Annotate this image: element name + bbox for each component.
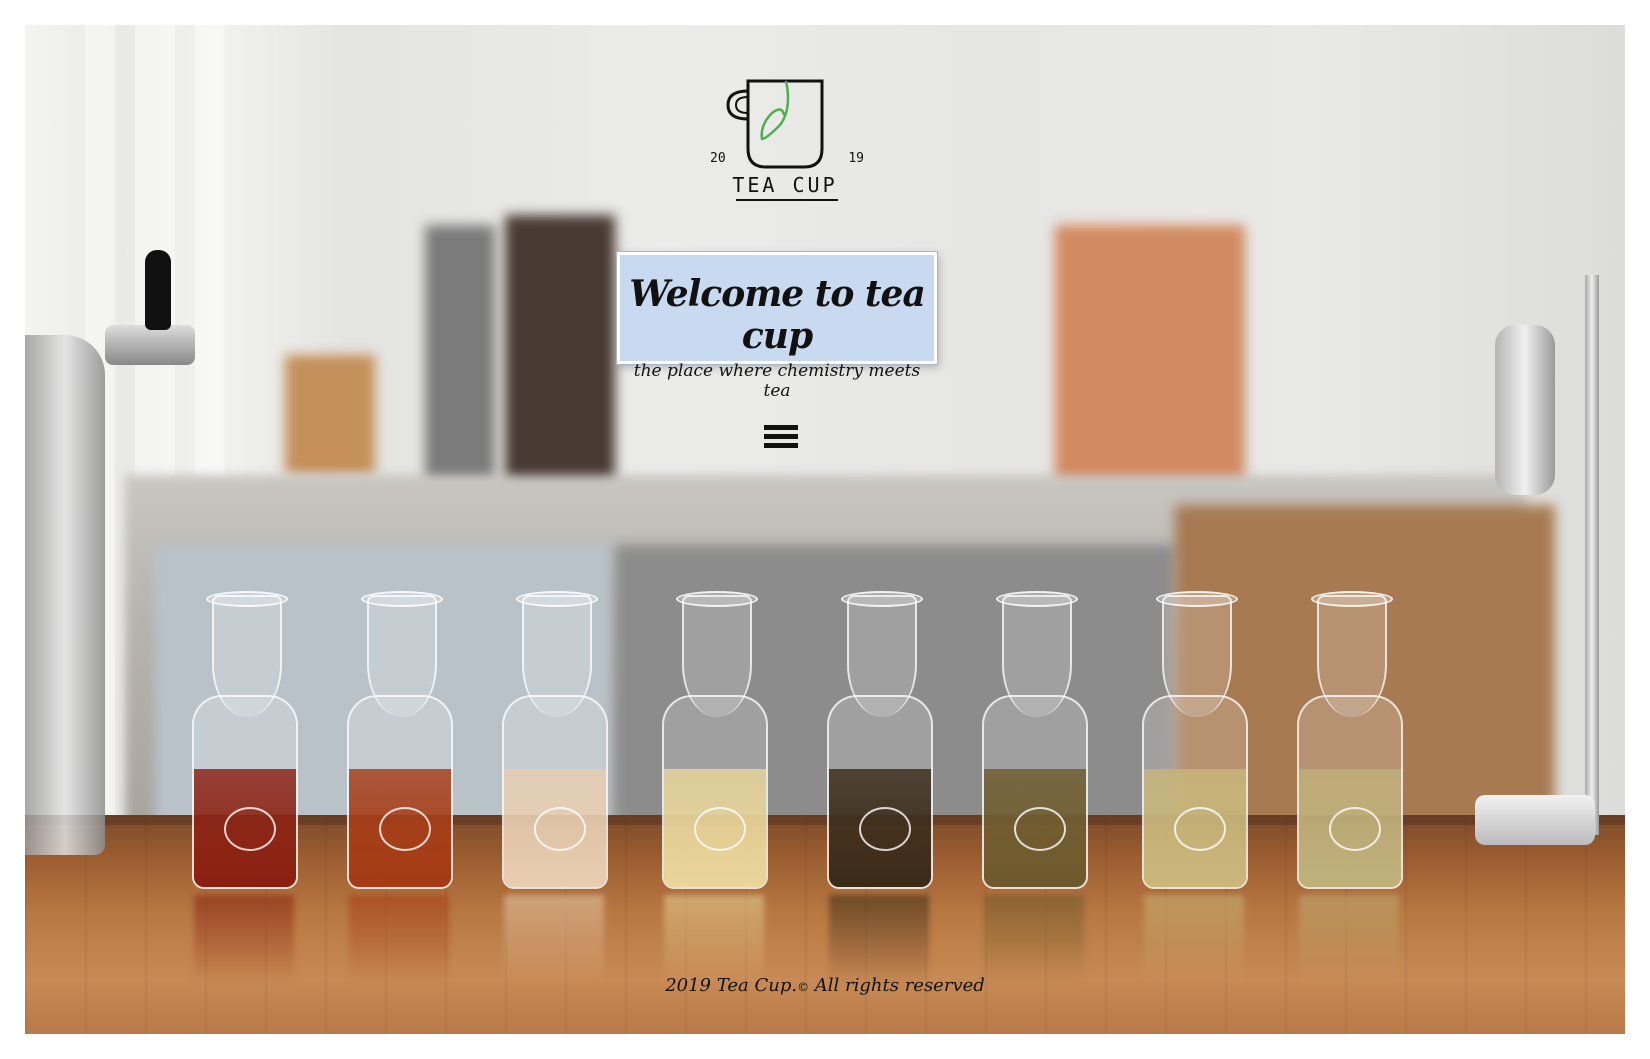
carafe-emblem	[379, 807, 431, 851]
tea-carafe	[980, 591, 1090, 895]
carafe-reflection	[349, 895, 449, 985]
tea-carafe	[345, 591, 455, 895]
carafe-body	[827, 695, 933, 889]
tea-carafe	[1140, 591, 1250, 895]
beer-tap-pole	[1585, 275, 1599, 835]
carafe-emblem	[1329, 807, 1381, 851]
logo-underline	[736, 199, 838, 201]
logo-year-right: 19	[848, 151, 864, 166]
carafe-reflection	[504, 895, 604, 985]
carafe-emblem	[1174, 807, 1226, 851]
carafe-body	[1142, 695, 1248, 889]
background-grinder	[425, 225, 495, 485]
carafe-emblem	[1014, 807, 1066, 851]
tea-carafe	[660, 591, 770, 895]
footer-rights: All rights reserved	[809, 975, 985, 996]
carafe-reflection	[829, 895, 929, 985]
tea-carafe	[190, 591, 300, 895]
tea-cup-logo[interactable]: 20 19 TEA CUP	[710, 69, 864, 209]
logo-year-left: 20	[710, 151, 726, 166]
tea-carafe	[1295, 591, 1405, 895]
leaf-icon	[760, 80, 790, 141]
menu-bar	[764, 434, 798, 439]
carafe-reflection	[664, 895, 764, 985]
hamburger-menu-icon[interactable]	[764, 425, 800, 455]
tea-carafe	[500, 591, 610, 895]
carafe-body	[1297, 695, 1403, 889]
carafe-body	[662, 695, 768, 889]
carafe-body	[502, 695, 608, 889]
carafe-body	[982, 695, 1088, 889]
hero-background: 20 19 TEA CUP Welcome to tea cup the pla…	[25, 25, 1625, 1034]
carafe-reflection	[1144, 895, 1244, 985]
page-title: Welcome to tea cup	[629, 273, 926, 357]
page-subtitle: the place where chemistry meets tea	[633, 361, 921, 401]
background-box	[285, 355, 375, 475]
carafe-emblem	[534, 807, 586, 851]
beer-tap-base	[1475, 795, 1595, 845]
menu-bar	[764, 425, 798, 430]
beer-tap-right	[1495, 325, 1555, 495]
welcome-box: Welcome to tea cup the place where chemi…	[617, 252, 937, 401]
tea-carafe	[825, 591, 935, 895]
background-espresso-machine	[1055, 225, 1245, 485]
carafe-body	[347, 695, 453, 889]
carafe-reflection	[1299, 895, 1399, 985]
carafe-emblem	[859, 807, 911, 851]
footer-text: 2019 Tea Cup.	[665, 975, 798, 996]
carafe-reflection	[194, 895, 294, 985]
carafe-emblem	[694, 807, 746, 851]
copyright-symbol: ©	[797, 980, 810, 994]
carafe-body	[192, 695, 298, 889]
beer-tap-left	[25, 335, 105, 855]
beer-tap-handle	[145, 250, 171, 330]
beer-tap-spout	[105, 325, 195, 365]
carafe-emblem	[224, 807, 276, 851]
carafe-reflection	[984, 895, 1084, 985]
background-grinder	[505, 215, 615, 515]
footer: 2019 Tea Cup.© All rights reserved	[25, 975, 1625, 996]
logo-text: TEA CUP	[732, 173, 838, 197]
menu-bar	[764, 443, 798, 448]
